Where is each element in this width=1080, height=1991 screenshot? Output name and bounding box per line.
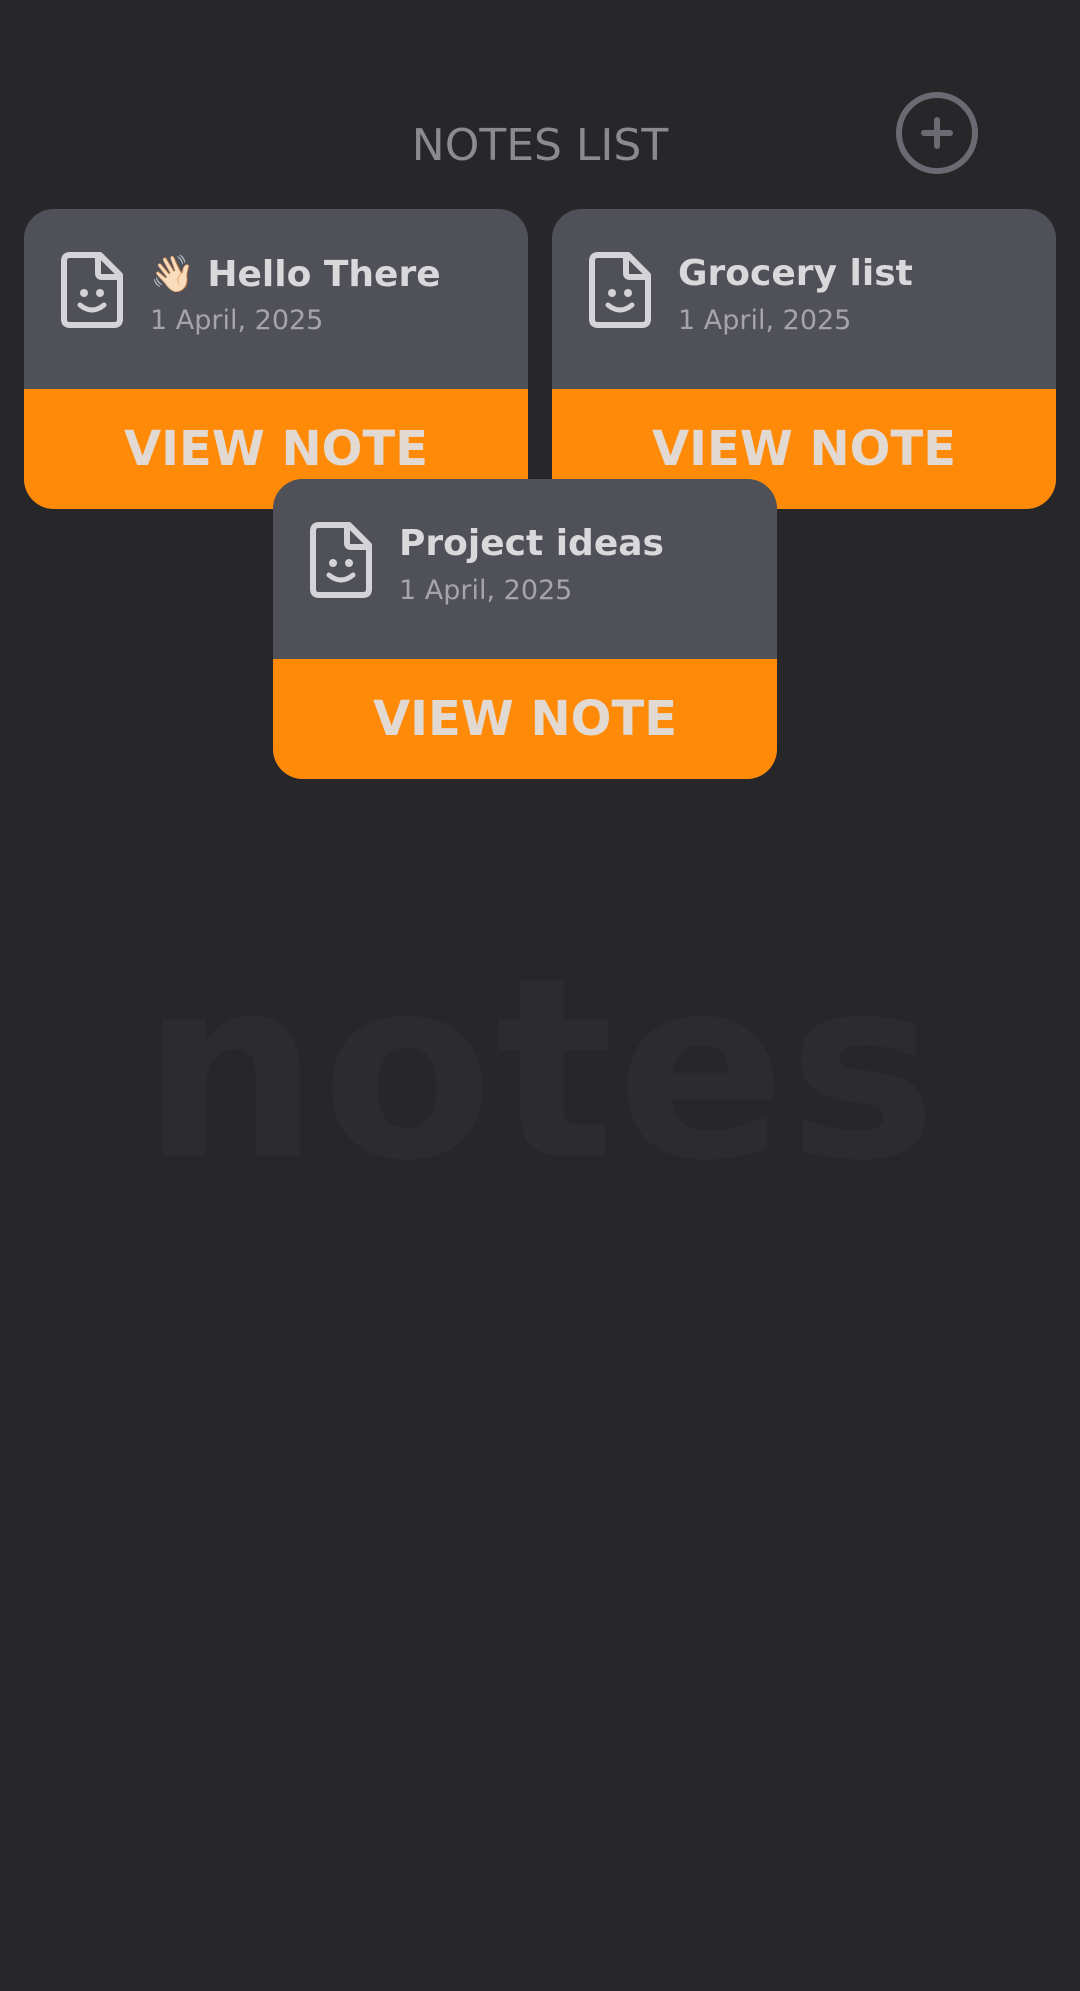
note-title: 👋🏻 Hello There [150,254,441,295]
note-date: 1 April, 2025 [150,305,324,336]
note-card-header: 👋🏻 Hello There 1 April, 2025 [24,209,528,389]
smiley-document-icon [589,252,651,328]
note-card-header: Grocery list 1 April, 2025 [552,209,1056,389]
note-card: Grocery list 1 April, 2025 VIEW NOTE [552,209,1056,509]
notes-list-screen: NOTES LIST notes 👋🏻 Hello There 1 April,… [0,0,1080,1991]
note-date: 1 April, 2025 [678,305,852,336]
smiley-document-icon [61,252,123,328]
smiley-document-icon [310,522,372,598]
note-title: Project ideas [399,523,664,564]
note-date: 1 April, 2025 [399,575,573,606]
view-note-button[interactable]: VIEW NOTE [273,659,777,779]
note-card-header: Project ideas 1 April, 2025 [273,479,777,659]
add-note-button[interactable] [896,92,978,174]
background-watermark: notes [141,924,939,1215]
note-title: Grocery list [678,253,913,294]
note-card: Project ideas 1 April, 2025 VIEW NOTE [273,479,777,779]
note-card: 👋🏻 Hello There 1 April, 2025 VIEW NOTE [24,209,528,509]
